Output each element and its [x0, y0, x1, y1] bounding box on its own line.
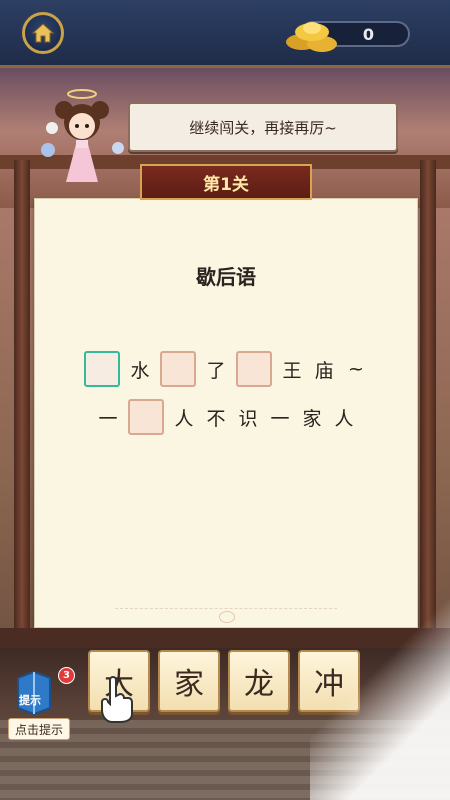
puzzle-line-1: 水 了 王 庙 ~	[35, 351, 417, 387]
character-tile-3[interactable]: 龙	[228, 650, 290, 712]
pointing-hand-icon	[101, 676, 133, 723]
puzzle-char: 一	[270, 407, 290, 430]
right-pillar	[420, 160, 436, 630]
home-icon	[31, 23, 55, 43]
puzzle-char: 王	[282, 359, 302, 382]
level-banner: 第1关	[140, 164, 312, 200]
puzzle-line-2: 一 人 不 识 一 家 人	[35, 399, 417, 435]
hint-count-badge: 3	[58, 667, 75, 684]
puzzle-char: 家	[302, 407, 322, 430]
level-label: 第1关	[203, 174, 249, 195]
puzzle-char: 庙	[314, 359, 334, 382]
puzzle-char: 了	[206, 359, 226, 382]
puzzle-title: 歇后语	[196, 265, 256, 289]
hint-button[interactable]: 点击提示	[8, 718, 70, 740]
paper-ornament-icon	[219, 611, 235, 623]
home-button[interactable]	[22, 12, 64, 54]
speech-bubble: 继续闯关，再接再厉~	[128, 102, 398, 152]
puzzle-paper: 歇后语 水 了 王 庙 ~ 一 人 不 识 一 家 人	[34, 198, 418, 628]
corner-glare	[310, 600, 450, 800]
character-tile-2[interactable]: 家	[158, 650, 220, 712]
coin-count: 0	[362, 25, 374, 44]
character-avatar	[41, 89, 124, 182]
hint-caption-text: 点击提示	[14, 722, 63, 737]
puzzle-char: 不	[206, 407, 226, 430]
puzzle-char: 人	[334, 407, 354, 430]
puzzle-char: ~	[348, 358, 364, 380]
puzzle-char: 一	[98, 407, 118, 430]
answer-slot-2[interactable]	[160, 351, 196, 387]
puzzle-char: 人	[174, 407, 194, 430]
answer-slot-3[interactable]	[236, 351, 272, 387]
answer-slot-1[interactable]	[84, 351, 120, 387]
answer-slot-4[interactable]	[128, 399, 164, 435]
puzzle-char: 识	[238, 407, 258, 430]
puzzle-char: 水	[130, 359, 150, 382]
left-pillar	[14, 160, 30, 630]
speech-text: 继续闯关，再接再厉~	[189, 118, 337, 137]
hint-label: 提示	[19, 694, 41, 707]
gold-ingot-icon	[286, 22, 337, 52]
